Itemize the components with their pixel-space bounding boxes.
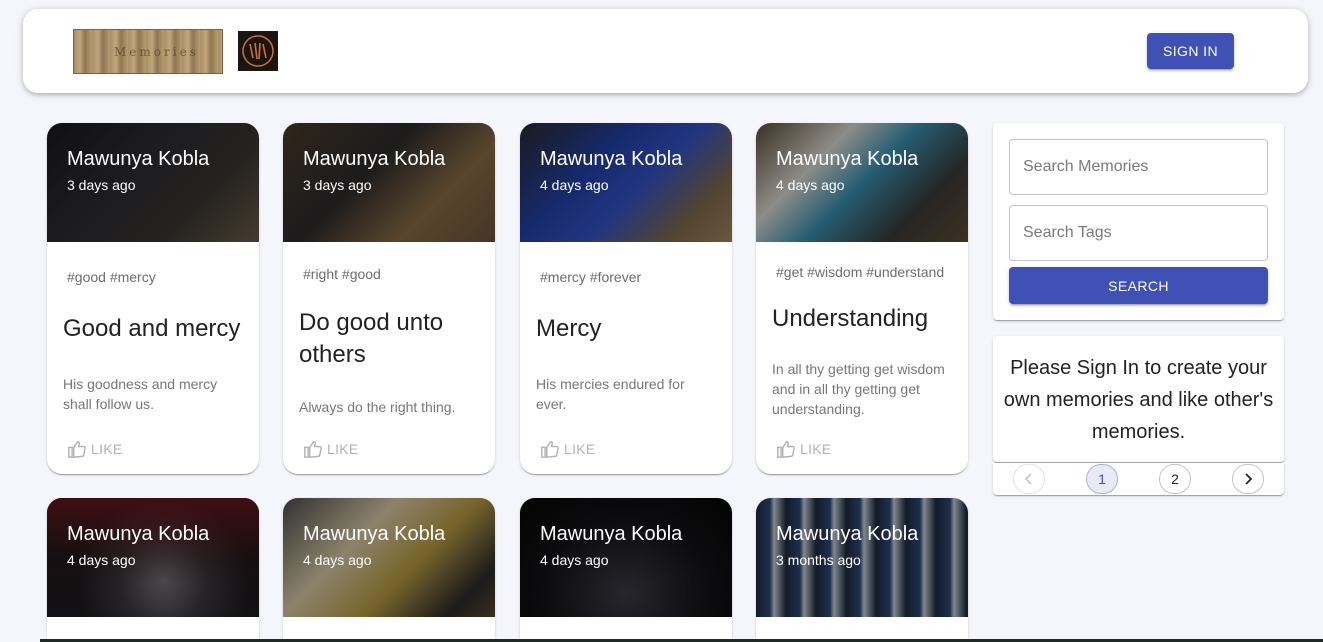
- post-message: Always do the right thing.: [299, 399, 456, 415]
- post-title: Do good unto others: [299, 309, 444, 368]
- post-tags: #good #mercy: [67, 269, 156, 285]
- like-button[interactable]: LIKE: [67, 440, 123, 458]
- post-author: Mawunya Kobla: [303, 148, 446, 170]
- post-card[interactable]: Mawunya Kobla 4 days ago #mercy #forever…: [520, 123, 732, 474]
- post-card[interactable]: Mawunya Kobla 3 months ago: [756, 498, 968, 642]
- chevron-left-icon: [1024, 473, 1032, 485]
- post-time: 3 days ago: [303, 177, 372, 193]
- post-author: Mawunya Kobla: [776, 148, 919, 170]
- like-label: LIKE: [91, 441, 123, 457]
- post-author: Mawunya Kobla: [67, 523, 210, 545]
- chevron-right-icon: [1245, 473, 1253, 485]
- post-tags: #mercy #forever: [540, 269, 642, 285]
- post-time: 4 days ago: [776, 177, 845, 193]
- post-author: Mawunya Kobla: [67, 148, 210, 170]
- post-title: Understanding: [772, 305, 929, 332]
- memories-logo-text[interactable]: Memories: [73, 29, 223, 74]
- search-button[interactable]: SEARCH: [1009, 267, 1268, 304]
- logo-text-label: Memories: [114, 45, 199, 59]
- post-author: Mawunya Kobla: [303, 523, 446, 545]
- post-tags: #get #wisdom #understand: [776, 264, 945, 280]
- search-panel: SEARCH: [993, 123, 1284, 320]
- like-label: LIKE: [800, 441, 832, 457]
- post-card[interactable]: Mawunya Kobla 3 days ago #right #good Do…: [283, 123, 495, 474]
- post-time: 4 days ago: [67, 552, 136, 568]
- post-time: 4 days ago: [303, 552, 372, 568]
- post-time: 3 days ago: [67, 177, 136, 193]
- thumb-up-icon: [777, 440, 795, 458]
- previous-page-button[interactable]: [1013, 464, 1045, 494]
- like-button[interactable]: LIKE: [303, 440, 359, 458]
- next-page-button[interactable]: [1232, 464, 1264, 494]
- thumb-up-icon: [304, 440, 322, 458]
- page-2-button[interactable]: 2: [1159, 464, 1191, 494]
- page-1-button[interactable]: 1: [1086, 464, 1118, 494]
- search-tags-input[interactable]: [1009, 205, 1268, 261]
- post-author: Mawunya Kobla: [540, 148, 683, 170]
- post-message: His goodness and mercy shall follow us.: [63, 376, 218, 412]
- search-memories-input[interactable]: [1009, 139, 1268, 195]
- post-message: His mercies endured for ever.: [536, 376, 685, 412]
- app-bar: Memories SIGN IN: [23, 9, 1308, 93]
- like-label: LIKE: [564, 441, 596, 457]
- post-card[interactable]: Mawunya Kobla 4 days ago: [47, 498, 259, 642]
- post-card[interactable]: Mawunya Kobla 4 days ago: [520, 498, 732, 642]
- thumb-up-icon: [68, 440, 86, 458]
- memories-logo-icon[interactable]: [238, 31, 278, 71]
- post-time: 4 days ago: [540, 552, 609, 568]
- post-title: Mercy: [536, 315, 602, 342]
- post-card[interactable]: Mawunya Kobla 4 days ago #get #wisdom #u…: [756, 123, 968, 474]
- sign-in-prompt-panel: Please Sign In to create your own memori…: [993, 336, 1284, 462]
- like-label: LIKE: [327, 441, 359, 457]
- post-message: In all thy getting get wisdom and in all…: [772, 361, 945, 417]
- post-author: Mawunya Kobla: [540, 523, 683, 545]
- post-card[interactable]: Mawunya Kobla 4 days ago: [283, 498, 495, 642]
- sign-in-prompt: Please Sign In to create your own memori…: [1003, 357, 1274, 443]
- post-title: Good and mercy: [63, 315, 241, 342]
- thumb-up-icon: [541, 440, 559, 458]
- post-time: 3 months ago: [776, 552, 861, 568]
- post-card[interactable]: Mawunya Kobla 3 days ago #good #mercy Go…: [47, 123, 259, 474]
- post-author: Mawunya Kobla: [776, 523, 919, 545]
- post-tags: #right #good: [303, 266, 381, 282]
- like-button[interactable]: LIKE: [540, 440, 596, 458]
- sign-in-button[interactable]: SIGN IN: [1147, 33, 1234, 69]
- pagination: 1 2: [993, 463, 1284, 495]
- like-button[interactable]: LIKE: [776, 440, 832, 458]
- post-time: 4 days ago: [540, 177, 609, 193]
